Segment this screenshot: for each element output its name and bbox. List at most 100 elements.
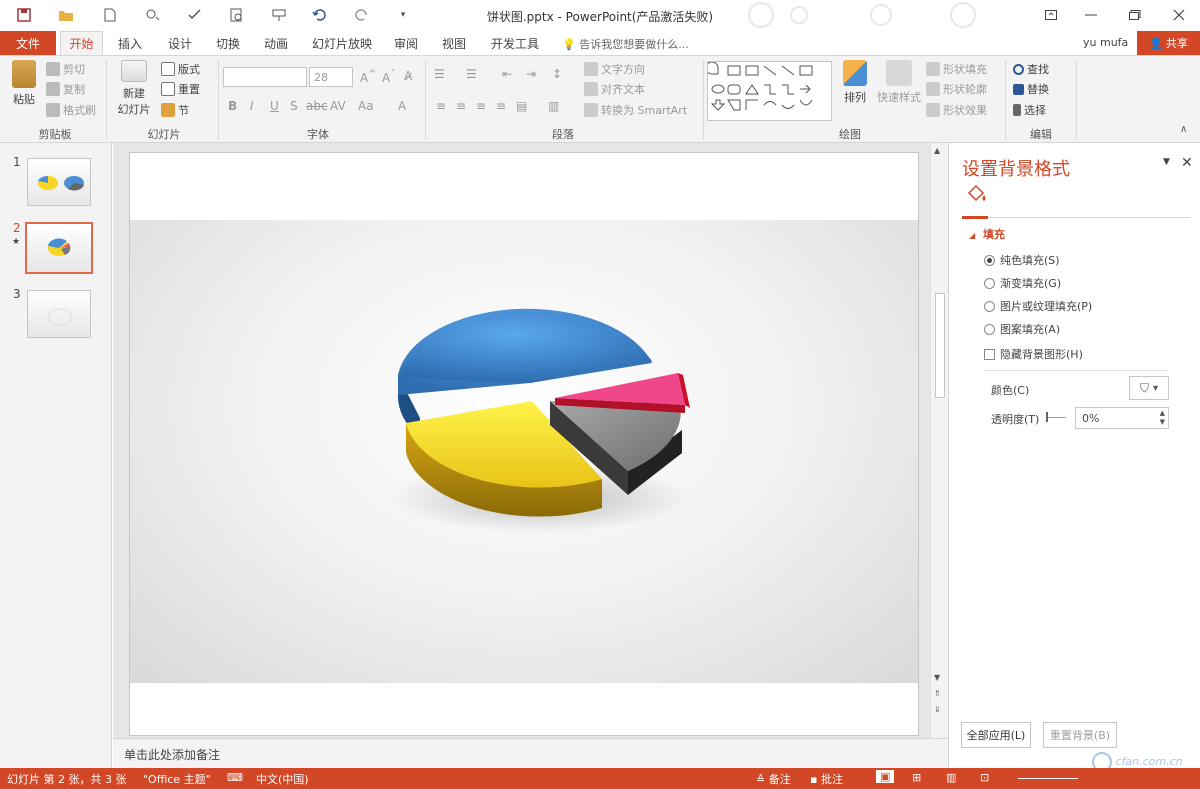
find-button[interactable]: 查找	[1013, 60, 1049, 78]
tab-review[interactable]: 审阅	[386, 31, 426, 55]
scrollbar-thumb[interactable]	[935, 293, 945, 398]
scroll-down-icon[interactable]: ▼	[934, 673, 940, 682]
solid-fill-option[interactable]: 纯色填充(S)	[984, 252, 1060, 268]
decrease-indent-icon[interactable]: ⇤	[502, 67, 512, 81]
normal-view-icon[interactable]: ▣	[876, 770, 895, 783]
font-name-field[interactable]	[223, 67, 307, 87]
new-slide-button[interactable]: 新建 幻灯片	[112, 60, 156, 117]
previous-slide-icon[interactable]: ⇑	[934, 689, 941, 698]
minimize-icon[interactable]	[1076, 4, 1106, 26]
italic-icon[interactable]: I	[250, 99, 254, 113]
tab-home[interactable]: 开始	[60, 31, 103, 55]
font-size-field[interactable]: 28	[309, 67, 353, 87]
transparency-slider-handle[interactable]	[1046, 412, 1048, 422]
bold-icon[interactable]: B	[228, 99, 237, 113]
shadow-icon[interactable]: S	[290, 99, 298, 113]
justify-icon[interactable]: ≡	[496, 99, 506, 113]
scroll-up-icon[interactable]: ▲	[934, 146, 940, 155]
tell-me-search[interactable]: 💡 告诉我您想要做什么...	[562, 36, 689, 52]
fill-section-header[interactable]: ◢ 填充	[969, 226, 1005, 242]
shape-effects-button[interactable]: 形状效果	[926, 101, 987, 119]
reset-background-button[interactable]: 重置背景(B)	[1043, 722, 1117, 748]
close-icon[interactable]	[1164, 4, 1194, 26]
comments-toggle[interactable]: ▪ 批注	[810, 771, 843, 787]
increase-font-icon[interactable]: A^	[360, 69, 377, 85]
3d-pie-chart[interactable]	[380, 283, 710, 543]
hide-background-graphics[interactable]: 隐藏背景图形(H)	[984, 346, 1083, 362]
slideshow-view-icon[interactable]: ⊡	[980, 771, 989, 784]
cut-button[interactable]: 剪切	[46, 60, 85, 78]
align-text-button[interactable]: 对齐文本	[584, 80, 645, 98]
zoom-slider[interactable]	[1018, 778, 1078, 779]
tab-developer[interactable]: 开发工具	[484, 31, 546, 55]
pattern-fill-option[interactable]: 图案填充(A)	[984, 321, 1060, 337]
change-case-icon[interactable]: Aa	[358, 99, 374, 113]
spinner-icon[interactable]: ▲ ▼	[1160, 409, 1165, 427]
pane-options-icon[interactable]: ▼	[1163, 157, 1170, 167]
maximize-icon[interactable]	[1120, 4, 1150, 26]
select-button[interactable]: 选择	[1013, 101, 1046, 119]
collapse-ribbon-icon[interactable]: ∧	[1180, 124, 1187, 135]
slide-sorter-icon[interactable]: ⊞	[912, 771, 921, 784]
tab-slideshow[interactable]: 幻灯片放映	[306, 31, 378, 55]
align-left-icon[interactable]: ≡	[436, 99, 446, 113]
slide-thumbnail-1[interactable]	[27, 158, 91, 206]
transparency-slider[interactable]	[1046, 417, 1066, 418]
arrange-button[interactable]: 排列	[838, 60, 872, 105]
notes-pane[interactable]: 单击此处添加备注	[113, 738, 948, 768]
tab-transitions[interactable]: 切换	[208, 31, 248, 55]
decrease-font-icon[interactable]: Aˇ	[382, 69, 395, 85]
picture-fill-option[interactable]: 图片或纹理填充(P)	[984, 298, 1092, 314]
slide-thumbnail-3[interactable]	[27, 290, 91, 338]
reading-view-icon[interactable]: ▥	[946, 771, 956, 784]
user-account[interactable]: yu mufa	[1083, 36, 1128, 49]
tab-design[interactable]: 设计	[160, 31, 200, 55]
slide-thumbnail-2[interactable]	[25, 222, 93, 274]
notes-toggle[interactable]: ≙ 备注	[756, 771, 791, 787]
section-button[interactable]: 节	[161, 101, 189, 119]
pane-close-icon[interactable]: ✕	[1181, 155, 1193, 171]
tab-animations[interactable]: 动画	[256, 31, 296, 55]
shape-fill-button[interactable]: 形状填充	[926, 60, 987, 78]
transparency-input[interactable]: 0% ▲ ▼	[1075, 407, 1169, 429]
strikethrough-icon[interactable]: abc	[306, 99, 328, 113]
replace-button[interactable]: 替换	[1013, 80, 1049, 98]
shape-gallery[interactable]	[705, 61, 832, 121]
layout-button[interactable]: 版式	[161, 60, 200, 78]
apply-to-all-button[interactable]: 全部应用(L)	[961, 722, 1031, 748]
paste-button[interactable]: 粘贴	[8, 60, 40, 107]
convert-smartart-button[interactable]: 转换为 SmartArt	[584, 101, 687, 119]
columns-icon[interactable]: ▥	[548, 99, 559, 113]
tab-insert[interactable]: 插入	[110, 31, 150, 55]
copy-button[interactable]: 复制	[46, 80, 85, 98]
current-slide[interactable]	[129, 152, 919, 736]
group-label-slides: 幻灯片	[147, 128, 181, 141]
gradient-fill-option[interactable]: 渐变填充(G)	[984, 275, 1061, 291]
font-color-icon[interactable]: A	[398, 99, 406, 113]
numbering-icon[interactable]: ☰	[466, 67, 477, 81]
ribbon-display-options-icon[interactable]	[1036, 4, 1066, 26]
vertical-scrollbar[interactable]: ▲ ▼ ⇑ ⇓	[930, 143, 948, 738]
align-center-icon[interactable]: ≡	[456, 99, 466, 113]
text-direction-button[interactable]: 文字方向	[584, 60, 645, 78]
align-right-icon[interactable]: ≡	[476, 99, 486, 113]
increase-indent-icon[interactable]: ⇥	[526, 67, 536, 81]
fill-bucket-icon[interactable]	[965, 183, 989, 205]
tab-view[interactable]: 视图	[434, 31, 474, 55]
quick-styles-button[interactable]: 快速样式	[874, 60, 924, 105]
underline-icon[interactable]: U	[270, 99, 279, 113]
next-slide-icon[interactable]: ⇓	[934, 705, 941, 714]
share-button[interactable]: 👤 共享	[1137, 31, 1200, 55]
distributed-icon[interactable]: ▤	[516, 99, 527, 113]
reset-button[interactable]: 重置	[161, 80, 200, 98]
tab-file[interactable]: 文件	[0, 31, 56, 55]
bullets-icon[interactable]: ☰	[434, 67, 445, 81]
color-picker-button[interactable]: ⛉ ▾	[1129, 376, 1169, 400]
accessibility-icon[interactable]: ⌨	[227, 771, 243, 784]
format-painter-button[interactable]: 格式刷	[46, 101, 96, 119]
clear-formatting-icon[interactable]: A̷	[404, 69, 412, 83]
char-spacing-icon[interactable]: AV	[330, 99, 346, 113]
language[interactable]: 中文(中国)	[256, 771, 309, 787]
line-spacing-icon[interactable]: ↕	[552, 67, 562, 81]
shape-outline-button[interactable]: 形状轮廓	[926, 80, 987, 98]
